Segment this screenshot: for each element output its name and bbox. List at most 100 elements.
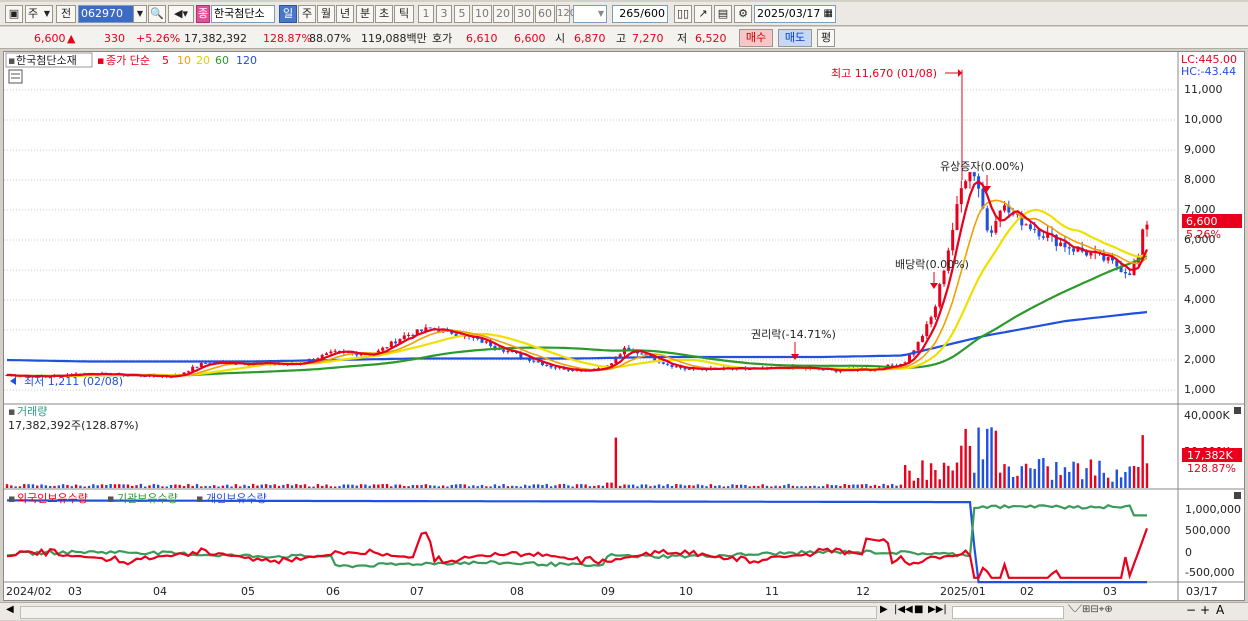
volume-bar [675,484,678,488]
scroll-track[interactable] [20,606,877,619]
interval-20[interactable]: 20 [493,5,513,23]
panel-close-icon[interactable] [1234,492,1241,499]
interval-30[interactable]: 30 [514,5,534,23]
volume-bar [990,427,993,488]
sell-button[interactable]: 매도 [778,29,812,47]
scroll-left-icon[interactable]: ◀ [6,604,14,615]
volume-bar [1016,475,1019,488]
date-input[interactable]: 2025/03/17 ▦ [754,5,836,23]
interval-120[interactable]: 120 [556,5,576,23]
stock-code-input[interactable]: 062970 [78,5,136,23]
individual-holdings-legend[interactable]: 개인보유수량 [206,492,267,505]
volume-bar [761,484,764,488]
tab-year[interactable]: 년 [336,5,354,23]
volume-bar [575,484,579,488]
candle [532,360,536,362]
interval-custom-input[interactable]: ▼ [573,5,607,23]
volume-bars [5,427,1149,488]
volume-bar [882,483,885,488]
volume-bar [571,486,574,488]
font-size-icon[interactable]: A [1216,603,1224,617]
stop-icon[interactable]: ■ [914,604,923,615]
chart-scrollbar[interactable]: ◀ ▶ |◀◀ ■ ▶▶| ⟍⟋⊞⊟⌖⊕ − + A [0,602,1248,620]
table-icon[interactable] [8,69,23,84]
volume-bar [66,484,69,488]
chevron-down-icon[interactable]: ▼ [133,5,147,23]
volume-bar [623,484,626,488]
volume-bar [329,486,333,488]
panel-close-icon[interactable] [1234,407,1241,414]
volume-bar [1020,466,1023,488]
speaker-icon[interactable]: ◀▾ [168,5,194,23]
volume-bar [44,485,48,488]
calendar-icon[interactable]: ▦ [824,6,833,22]
volume-bar [355,485,358,488]
volume-bar [679,484,682,488]
volume-bar [942,462,946,488]
candle [385,347,389,349]
last-page-icon[interactable]: ▶▶| [928,604,947,615]
market-label: 주 [28,7,39,20]
search-icon[interactable]: 🔍 [148,5,166,23]
tab-minute[interactable]: 분 [356,5,374,23]
save-icon[interactable]: ▤ [714,5,732,23]
drawing-tools-icons[interactable]: ⟍⟋⊞⊟⌖⊕ [1068,604,1113,615]
interval-5[interactable]: 5 [454,5,470,23]
ma-5-legend[interactable]: 5 [162,54,169,67]
volume-bar [1115,469,1118,488]
interval-3[interactable]: 3 [436,5,452,23]
ma-60-legend[interactable]: 60 [215,54,229,67]
volume-bar [895,485,898,488]
indicator-badge[interactable]: 종 [196,5,210,23]
interval-10[interactable]: 10 [472,5,492,23]
x-tick: 05 [241,585,255,598]
interval-60[interactable]: 60 [535,5,555,23]
volume-bar [701,485,704,488]
buy-button[interactable]: 매수 [739,29,773,47]
tab-day[interactable]: 일 [279,5,297,23]
evaluate-button[interactable]: 평 [817,29,835,47]
ma-10-legend[interactable]: 10 [177,54,191,67]
candle [402,335,406,340]
institution-holdings-legend[interactable]: 기관보유수량 [117,492,178,505]
volume-bar [808,486,812,488]
interval-1[interactable]: 1 [418,5,434,23]
tab-tick[interactable]: 틱 [394,5,414,23]
volume-bar [454,484,458,488]
prev-button[interactable]: 전 [56,5,76,23]
window-menu-icon[interactable]: ▣ [5,5,23,23]
candle-type-icon[interactable]: ▯▯ [674,5,692,23]
volume-bar [48,485,52,488]
volume-bar [653,485,656,488]
volume-bar [428,485,432,488]
ma-120-legend[interactable]: 120 [236,54,257,67]
count-input[interactable]: 265/600 [612,5,668,23]
candle [204,362,208,364]
zoom-in-icon[interactable]: + [1200,603,1210,617]
drawing-tool-icon[interactable]: ↗ [694,5,712,23]
volume-bar [1093,475,1097,488]
chart-area[interactable]: ▪ 한국첨단소재 ▪ 종가 단순 5 10 20 60 120 LC:445.0… [3,51,1245,601]
volume-bar [273,484,276,488]
candle [920,336,924,343]
tab-month[interactable]: 월 [317,5,335,23]
scroll-right-icon[interactable]: ▶ [880,604,888,615]
gear-icon[interactable]: ⚙ [734,5,752,23]
market-select[interactable]: 주 ▼ [25,5,53,23]
first-page-icon[interactable]: |◀◀ [894,604,913,615]
zoom-out-icon[interactable]: − [1186,603,1196,617]
zoom-slider[interactable] [952,606,1064,619]
stock-chart[interactable]: ▪ 한국첨단소재 ▪ 종가 단순 5 10 20 60 120 LC:445.0… [4,52,1244,600]
volume-bar [744,484,747,488]
volume-bar [433,485,436,488]
foreign-holdings-legend[interactable]: 외국인보유수량 [17,492,88,505]
volume-bar [934,470,937,488]
volume-bar [139,483,143,488]
volume-bar [1128,466,1131,488]
volume-bar [644,484,648,488]
tab-week[interactable]: 주 [298,5,316,23]
volume-bar [394,484,397,488]
tab-second[interactable]: 초 [375,5,393,23]
ma-20-legend[interactable]: 20 [196,54,210,67]
volume-bar [234,484,238,488]
